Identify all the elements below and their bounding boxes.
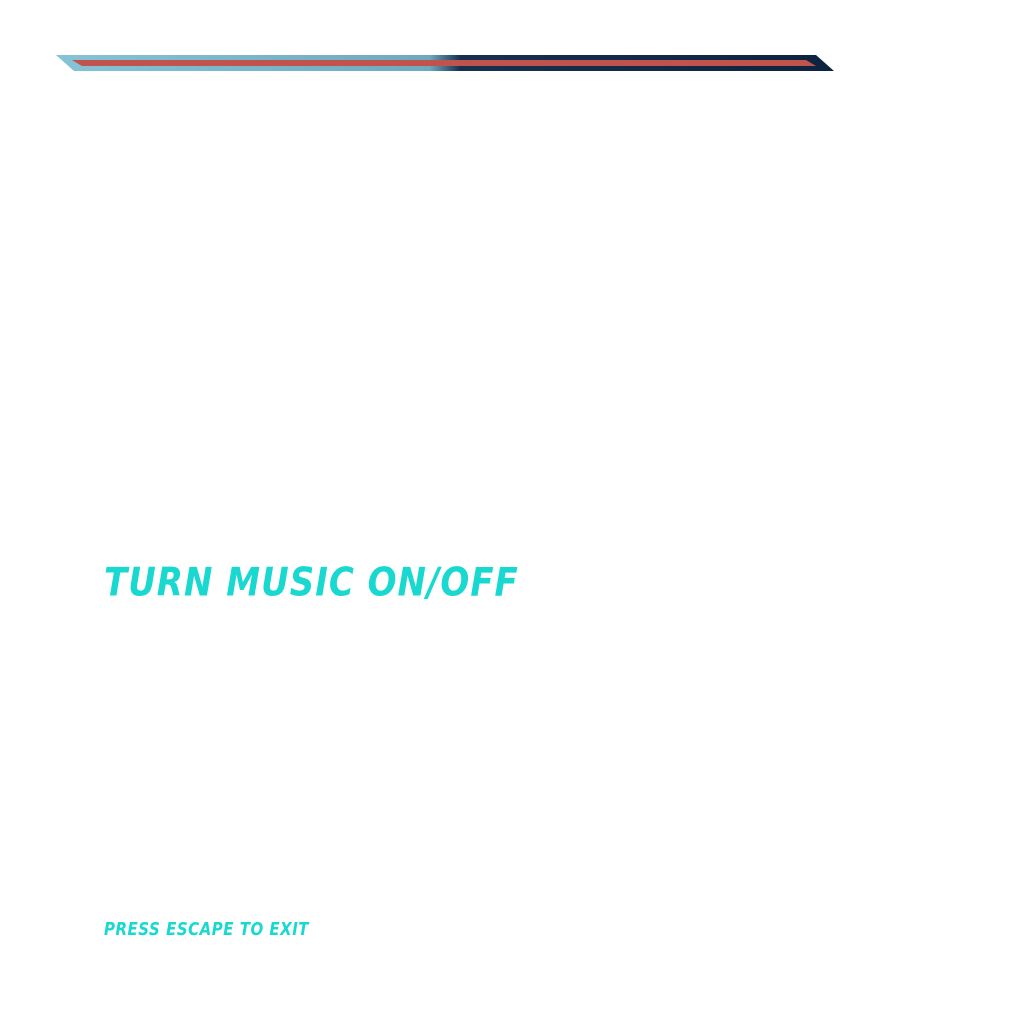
game-screen: TURN MUSIC ON/OFF PRESS ESCAPE TO EXIT xyxy=(0,0,1024,1024)
toggle-music-option[interactable]: TURN MUSIC ON/OFF xyxy=(104,560,519,606)
header-decor-bar xyxy=(56,55,834,71)
exit-hint: PRESS ESCAPE TO EXIT xyxy=(104,918,310,940)
bar-stripe xyxy=(72,60,816,66)
